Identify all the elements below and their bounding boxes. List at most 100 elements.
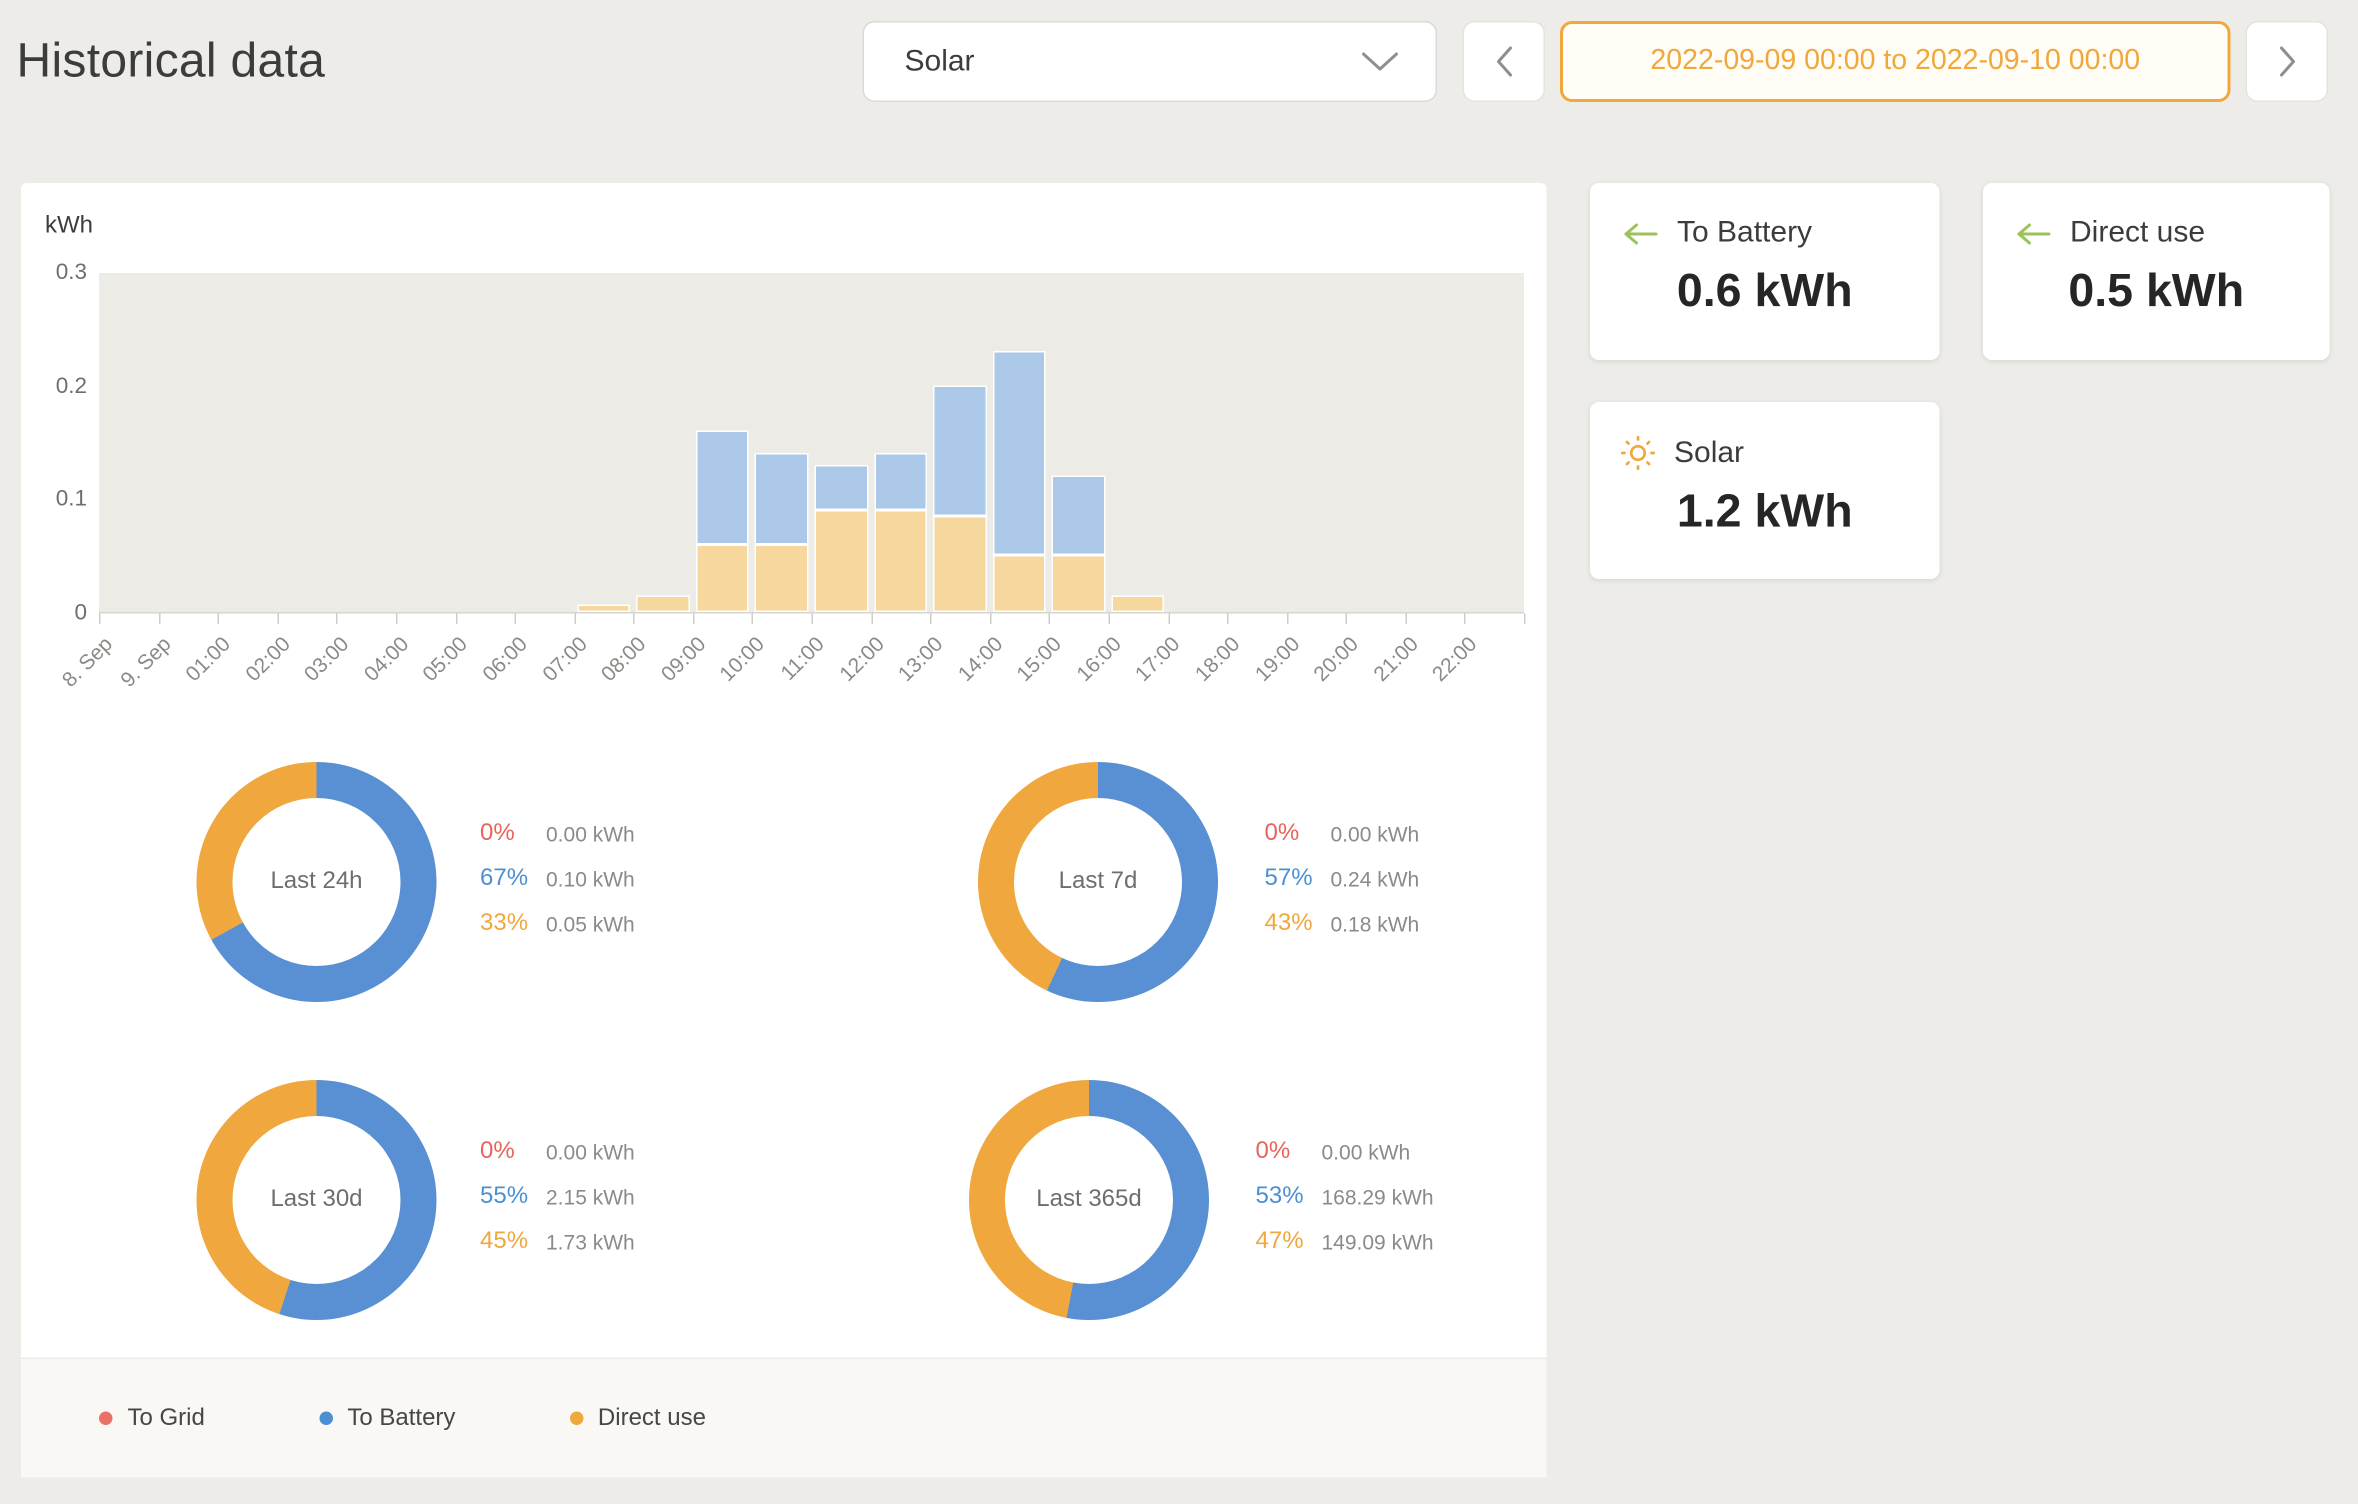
bar-segment-direct-use	[1111, 595, 1164, 612]
x-axis-label: 10:00	[715, 632, 769, 686]
donut-hole: Last 7d	[1014, 798, 1182, 966]
x-axis-label: 8. Sep	[56, 632, 116, 692]
donut-label: Last 30d	[270, 1187, 362, 1214]
x-axis-label: 16:00	[1071, 632, 1125, 686]
segment-percent: 47%	[1256, 1229, 1322, 1256]
chart-card: kWh 0.30.20.10 8. Sep9. Sep01:0002:0003:…	[21, 183, 1547, 1478]
donut-legend-row: 47%149.09 kWh	[1256, 1220, 1434, 1265]
arrow-left-icon	[2013, 221, 2052, 245]
x-axis-label: 05:00	[418, 632, 472, 686]
chart-legend: To Grid To Battery Direct use	[21, 1358, 1547, 1478]
donut-legend-row: 53%168.29 kWh	[1256, 1175, 1434, 1220]
segment-percent: 55%	[480, 1184, 546, 1211]
donut-hole: Last 365d	[1005, 1116, 1173, 1284]
donut-last-365d: Last 365d	[969, 1080, 1209, 1320]
y-axis-label: 0.3	[27, 260, 87, 286]
bar-plot	[99, 273, 1524, 614]
x-axis-tick	[218, 614, 220, 625]
bar-segment-to-battery	[755, 453, 808, 544]
x-axis-label: 22:00	[1427, 632, 1481, 686]
donut-last-7d: Last 7d	[978, 762, 1218, 1002]
donut-legend-row: 55%2.15 kWh	[480, 1175, 635, 1220]
measurement-select-value: Solar	[905, 44, 1361, 79]
x-axis-label: 20:00	[1309, 632, 1363, 686]
donut-legend: 0%0.00 kWh55%2.15 kWh45%1.73 kWh	[480, 1130, 635, 1265]
measurement-select[interactable]: Solar	[863, 21, 1438, 102]
x-axis-label: 12:00	[834, 632, 888, 686]
donut-last-30d: Last 30d	[197, 1080, 437, 1320]
chevron-right-icon	[2278, 45, 2296, 78]
segment-kwh: 2.15 kWh	[546, 1185, 635, 1209]
to-battery-label: To Battery	[1677, 216, 1812, 251]
legend-item-to-grid[interactable]: To Grid	[99, 1405, 205, 1432]
x-axis-tick	[1227, 614, 1229, 625]
header: Historical data Solar 2022-09-09 00:00 t…	[0, 0, 2358, 129]
x-axis-tick	[871, 614, 873, 625]
legend-item-direct-use[interactable]: Direct use	[569, 1405, 706, 1432]
y-axis-label: 0	[27, 600, 87, 626]
x-axis-label: 14:00	[952, 632, 1006, 686]
historical-data-page: Historical data Solar 2022-09-09 00:00 t…	[0, 0, 2358, 1504]
donut-legend-row: 57%0.24 kWh	[1265, 857, 1420, 902]
x-axis-label: 06:00	[477, 632, 531, 686]
bar-segment-direct-use	[1052, 555, 1105, 612]
arrow-left-icon	[1620, 221, 1659, 245]
donut-label: Last 7d	[1059, 869, 1138, 896]
donut-last-24h: Last 24h	[197, 762, 437, 1002]
x-axis-tick	[1465, 614, 1467, 625]
bar-segment-to-battery	[993, 351, 1046, 555]
segment-kwh: 0.05 kWh	[546, 912, 635, 936]
segment-kwh: 0.10 kWh	[546, 867, 635, 891]
x-axis-label: 03:00	[299, 632, 353, 686]
x-axis-label: 07:00	[537, 632, 591, 686]
chevron-down-icon	[1361, 51, 1400, 72]
x-axis-tick	[396, 614, 398, 625]
segment-percent: 45%	[480, 1229, 546, 1256]
donut-hole: Last 24h	[233, 798, 401, 966]
segment-kwh: 1.73 kWh	[546, 1230, 635, 1254]
bar-segment-direct-use	[874, 510, 927, 612]
direct-use-value: 0.5 kWh	[1983, 264, 2330, 318]
y-axis-label: 0.1	[27, 486, 87, 512]
next-period-button[interactable]	[2246, 21, 2329, 102]
donut-legend: 0%0.00 kWh 53%168.29 kWh47%149.09 kWh	[1256, 1130, 1434, 1265]
solar-label: Solar	[1674, 436, 1744, 471]
x-axis-tick	[752, 614, 754, 625]
segment-kwh: 0.00 kWh	[546, 1140, 635, 1164]
legend-dot	[569, 1412, 583, 1426]
bar-segment-direct-use	[815, 510, 868, 612]
segment-percent: 33%	[480, 911, 546, 938]
segment-kwh: 0.00 kWh	[1322, 1140, 1411, 1164]
bar-segment-direct-use	[577, 604, 630, 612]
bar-segment-direct-use	[755, 544, 808, 612]
x-axis-label: 15:00	[1012, 632, 1066, 686]
x-axis-label: 11:00	[775, 632, 828, 685]
segment-kwh: 0.24 kWh	[1331, 867, 1420, 891]
x-axis-tick	[277, 614, 279, 625]
segment-kwh: 0.00 kWh	[546, 822, 635, 846]
bar-segment-direct-use	[993, 555, 1046, 612]
donut-hole: Last 30d	[233, 1116, 401, 1284]
donut-legend: 0%0.00 kWh67%0.10 kWh33%0.05 kWh	[480, 812, 635, 947]
x-axis-tick	[99, 614, 101, 625]
legend-dot	[99, 1412, 113, 1426]
bar-segment-direct-use	[636, 595, 689, 612]
bar-segment-direct-use	[696, 544, 749, 612]
segment-kwh: 0.18 kWh	[1331, 912, 1420, 936]
x-axis-tick	[1524, 614, 1526, 625]
x-axis-tick	[1108, 614, 1110, 625]
donut-legend: 0%0.00 kWh57%0.24 kWh43%0.18 kWh	[1265, 812, 1420, 947]
legend-dot	[319, 1412, 333, 1426]
x-axis-tick	[336, 614, 338, 625]
x-axis-label: 09:00	[656, 632, 710, 686]
segment-percent: 0%	[480, 1139, 546, 1166]
date-range-button[interactable]: 2022-09-09 00:00 to 2022-09-10 00:00	[1560, 21, 2231, 102]
sun-icon	[1620, 435, 1656, 471]
segment-percent: 43%	[1265, 911, 1331, 938]
x-axis-label: 9. Sep	[115, 632, 175, 692]
prev-period-button[interactable]	[1463, 21, 1546, 102]
segment-percent: 0%	[480, 821, 546, 848]
y-axis-title: kWh	[45, 213, 93, 240]
segment-percent: 0%	[1256, 1139, 1322, 1166]
legend-item-to-battery[interactable]: To Battery	[319, 1405, 456, 1432]
